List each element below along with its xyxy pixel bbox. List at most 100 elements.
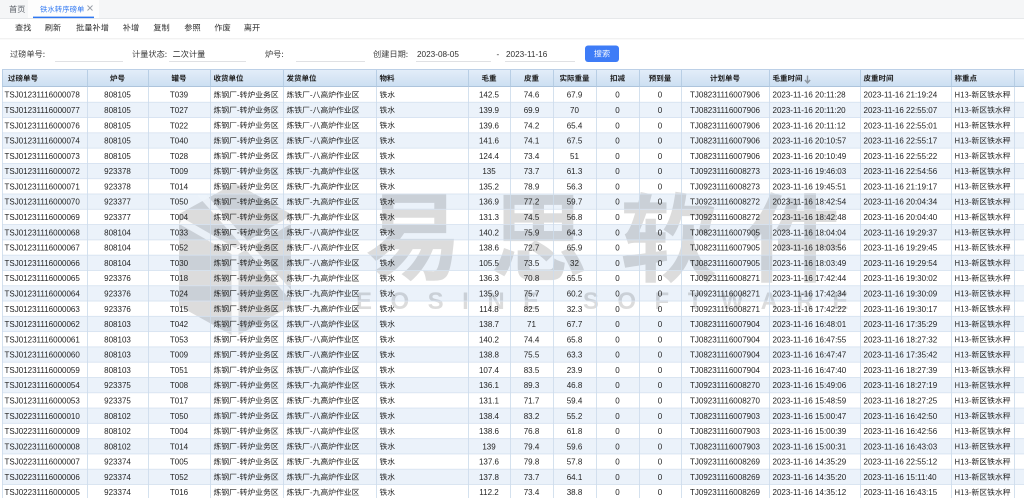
- svg-text:0: 0: [658, 305, 663, 314]
- svg-text:2023-11-16 19:29:45: 2023-11-16 19:29:45: [864, 244, 938, 253]
- svg-text:T033: T033: [170, 228, 189, 237]
- svg-text:923376: 923376: [104, 305, 131, 314]
- svg-text:T052: T052: [170, 473, 189, 482]
- svg-text:0: 0: [658, 121, 663, 130]
- svg-text:64.1: 64.1: [567, 473, 583, 482]
- svg-text:2023-11-16 19:29:37: 2023-11-16 19:29:37: [864, 228, 938, 237]
- svg-text:140.2: 140.2: [479, 335, 500, 344]
- svg-text:139.6: 139.6: [479, 121, 500, 130]
- svg-text:70.8: 70.8: [524, 274, 540, 283]
- svg-text:2023-11-16 22:55:17: 2023-11-16 22:55:17: [864, 137, 938, 146]
- svg-text:TJ09231116008270: TJ09231116008270: [690, 397, 761, 406]
- svg-text:2023-11-16 16:43:15: 2023-11-16 16:43:15: [864, 488, 938, 497]
- svg-text:137.8: 137.8: [479, 473, 500, 482]
- svg-text:T016: T016: [170, 488, 189, 497]
- svg-text:2023-11-16 19:45:51: 2023-11-16 19:45:51: [773, 182, 847, 191]
- svg-text:70: 70: [570, 106, 579, 115]
- svg-text:2023-11-16 22:55:01: 2023-11-16 22:55:01: [864, 121, 938, 130]
- svg-text:0: 0: [658, 274, 663, 283]
- svg-text:67.5: 67.5: [567, 137, 583, 146]
- svg-text:2023-11-16 19:30:17: 2023-11-16 19:30:17: [864, 305, 938, 314]
- svg-text:138.7: 138.7: [479, 320, 500, 329]
- svg-text:32.3: 32.3: [567, 305, 583, 314]
- svg-text:51: 51: [570, 152, 579, 161]
- svg-text:TSJ01231116000067: TSJ01231116000067: [5, 244, 81, 253]
- svg-text:808104: 808104: [104, 244, 131, 253]
- svg-text:0: 0: [658, 244, 663, 253]
- svg-text:923377: 923377: [104, 213, 131, 222]
- svg-text:TSJ01231116000074: TSJ01231116000074: [5, 137, 81, 146]
- svg-text:112.2: 112.2: [479, 488, 499, 497]
- svg-text:131.1: 131.1: [479, 397, 500, 406]
- svg-text:TJ09231116008273: TJ09231116008273: [690, 182, 761, 191]
- svg-text:TSJ01231116000069: TSJ01231116000069: [5, 213, 81, 222]
- svg-text:2023-11-16 15:11:40: 2023-11-16 15:11:40: [864, 473, 938, 482]
- svg-text:0: 0: [658, 91, 663, 100]
- svg-text:808105: 808105: [104, 152, 131, 161]
- svg-text:65.9: 65.9: [567, 244, 583, 253]
- svg-text:0: 0: [615, 366, 620, 375]
- svg-text:136.3: 136.3: [479, 274, 500, 283]
- svg-text:2023-11-16 15:00:47: 2023-11-16 15:00:47: [773, 412, 847, 421]
- svg-text:923375: 923375: [104, 381, 131, 390]
- svg-text:2023-11-16 18:42:54: 2023-11-16 18:42:54: [773, 198, 847, 207]
- svg-text:T050: T050: [170, 198, 189, 207]
- svg-text:0: 0: [615, 274, 620, 283]
- svg-text:56.3: 56.3: [567, 182, 583, 191]
- svg-text:114.8: 114.8: [479, 305, 499, 314]
- svg-text:2023-11-16 21:19:17: 2023-11-16 21:19:17: [864, 182, 938, 191]
- svg-text:2023-11-16 17:42:44: 2023-11-16 17:42:44: [773, 274, 847, 283]
- svg-text:89.3: 89.3: [524, 381, 540, 390]
- svg-text:137.6: 137.6: [479, 458, 500, 467]
- svg-text:74.1: 74.1: [524, 137, 540, 146]
- svg-text:2023-11-16 19:30:02: 2023-11-16 19:30:02: [864, 274, 938, 283]
- svg-text:65.8: 65.8: [567, 335, 583, 344]
- svg-text:TJ08231116007906: TJ08231116007906: [690, 137, 761, 146]
- svg-text:138.4: 138.4: [479, 412, 500, 421]
- svg-text:2023-11-16 22:54:56: 2023-11-16 22:54:56: [864, 167, 938, 176]
- svg-text:808102: 808102: [104, 427, 131, 436]
- svg-text:TJ08231116007905: TJ08231116007905: [690, 244, 761, 253]
- svg-text:T050: T050: [170, 412, 189, 421]
- svg-text:75.7: 75.7: [524, 289, 540, 298]
- svg-text:T004: T004: [170, 427, 189, 436]
- svg-text:TSJ01231116000061: TSJ01231116000061: [5, 335, 81, 344]
- svg-text:2023-11-16 14:35:12: 2023-11-16 14:35:12: [773, 488, 847, 497]
- svg-text:808103: 808103: [104, 320, 131, 329]
- svg-text:TJ08231116007906: TJ08231116007906: [690, 152, 761, 161]
- svg-text:0: 0: [658, 182, 663, 191]
- svg-text:TSJ01231116000064: TSJ01231116000064: [5, 289, 81, 298]
- svg-text:TSJ01231116000054: TSJ01231116000054: [5, 381, 81, 390]
- svg-text:61.3: 61.3: [567, 167, 583, 176]
- svg-text:69.9: 69.9: [524, 106, 540, 115]
- svg-text:64.3: 64.3: [567, 228, 583, 237]
- svg-text:808105: 808105: [104, 91, 131, 100]
- svg-text:2023-11-16 17:35:29: 2023-11-16 17:35:29: [864, 320, 938, 329]
- svg-text:TJ08231116007904: TJ08231116007904: [690, 366, 761, 375]
- svg-text:138.8: 138.8: [479, 351, 500, 360]
- svg-text:TJ09231116008272: TJ09231116008272: [690, 198, 761, 207]
- svg-text:0: 0: [615, 427, 620, 436]
- svg-text:TSJ01231116000066: TSJ01231116000066: [5, 259, 81, 268]
- svg-text:61.8: 61.8: [567, 427, 583, 436]
- svg-text:T024: T024: [170, 289, 189, 298]
- svg-text:2023-11-16 18:27:39: 2023-11-16 18:27:39: [864, 366, 938, 375]
- svg-text:67.9: 67.9: [567, 91, 583, 100]
- svg-text:0: 0: [615, 137, 620, 146]
- svg-text:TJ09231116008271: TJ09231116008271: [690, 305, 761, 314]
- svg-text:TSJ01231116000076: TSJ01231116000076: [5, 121, 81, 130]
- svg-text:2023-11-16: 2023-11-16: [506, 50, 548, 59]
- svg-text:138.6: 138.6: [479, 427, 500, 436]
- svg-text:T053: T053: [170, 335, 189, 344]
- svg-text:808104: 808104: [104, 259, 131, 268]
- svg-text:TSJ01231116000065: TSJ01231116000065: [5, 274, 81, 283]
- svg-text:59.7: 59.7: [567, 198, 583, 207]
- svg-text:TSJ02231116000007: TSJ02231116000007: [5, 458, 81, 467]
- svg-text:2023-11-16 15:48:59: 2023-11-16 15:48:59: [773, 397, 847, 406]
- svg-text:2023-11-16 19:46:03: 2023-11-16 19:46:03: [773, 167, 847, 176]
- svg-text:0: 0: [615, 305, 620, 314]
- svg-text:0: 0: [658, 152, 663, 161]
- svg-text:57.8: 57.8: [567, 458, 583, 467]
- svg-text:2023-11-16 19:29:54: 2023-11-16 19:29:54: [864, 259, 938, 268]
- svg-text:TSJ01231116000053: TSJ01231116000053: [5, 397, 81, 406]
